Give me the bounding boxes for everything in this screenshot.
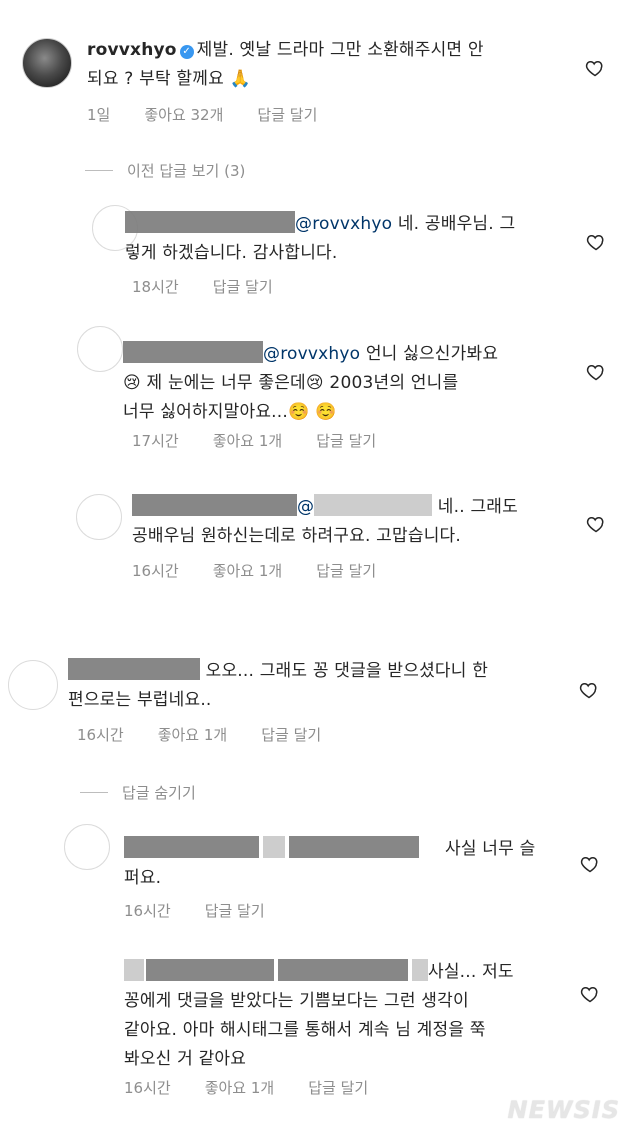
redacted-mention [314,494,433,516]
comment-meta: 16시간 답글 달기 [124,900,299,921]
avatar[interactable] [76,494,122,540]
redacted-username [125,211,295,233]
timestamp: 16시간 [77,726,124,744]
avatar[interactable] [77,326,123,372]
comment-meta: 16시간 좋아요 1개 답글 달기 [132,560,410,581]
likes-count[interactable]: 좋아요 1개 [213,432,283,450]
likes-count[interactable]: 좋아요 1개 [213,562,283,580]
likes-count[interactable]: 좋아요 1개 [205,1079,275,1097]
comment-meta: 1일 좋아요 32개 답글 달기 [87,104,351,125]
comment-meta: 18시간 답글 달기 [132,276,307,297]
redacted-username [124,836,259,858]
timestamp: 17시간 [132,432,179,450]
redacted-username [68,658,200,680]
likes-count[interactable]: 좋아요 1개 [158,726,228,744]
redacted-text [124,959,144,981]
thread-line [85,170,113,171]
heart-icon[interactable] [579,680,599,700]
timestamp: 18시간 [132,278,179,296]
comment-text: rovvxhyo ✓ 제발. 옛날 드라마 그만 소환해주시면 안 되요 ? 부탁 … [87,40,484,89]
mention-link[interactable]: @rovvxhyo [263,344,360,364]
reply-button[interactable]: 답글 달기 [308,1079,368,1097]
comment-meta: 17시간 좋아요 1개 답글 달기 [132,430,410,451]
newsis-watermark: NEWSIS [507,1096,620,1124]
reply-button[interactable]: 답글 달기 [205,902,265,920]
reply-button[interactable]: 답글 달기 [257,106,317,124]
comment-text: 사실 너무 슬 퍼요. [124,835,535,893]
comment-meta: 16시간 좋아요 1개 답글 달기 [77,724,355,745]
timestamp: 1일 [87,106,111,124]
comment-text: @rovvxhyo 네. 공배우님. 그 렇게 하겠습니다. 감사합니다. [125,210,515,268]
heart-icon[interactable] [586,232,606,252]
view-previous-replies-button[interactable]: 이전 답글 보기 (3) [85,160,245,181]
comment-meta: 16시간 좋아요 1개 답글 달기 [124,1077,402,1098]
redacted-username [146,959,274,981]
thread-line [80,792,108,793]
heart-icon[interactable] [580,984,600,1004]
avatar[interactable] [8,660,58,710]
heart-icon[interactable] [586,514,606,534]
avatar[interactable] [22,38,72,88]
heart-icon[interactable] [586,362,606,382]
redacted-text [263,836,285,858]
comment-text: 오오... 그래도 꽁 댓글을 받으셨다니 한 편으로는 부럽네요.. [68,657,488,715]
reply-button[interactable]: 답글 달기 [316,562,376,580]
verified-badge-icon: ✓ [179,45,194,59]
redacted-mention [289,836,419,858]
reply-button[interactable]: 답글 달기 [213,278,273,296]
mention-link[interactable]: @ [297,497,314,517]
comment-text: @ 네.. 그래도 공배우님 원하신는데로 하려구요. 고맙습니다. [132,493,518,551]
mention-link[interactable]: @rovvxhyo [295,214,392,234]
timestamp: 16시간 [124,902,171,920]
heart-icon[interactable] [580,854,600,874]
avatar[interactable] [64,824,110,870]
heart-icon[interactable] [585,58,605,78]
comment-text: 사실... 저도 꽁에게 댓글을 받았다는 기쁨보다는 그런 생각이 같아요. … [124,958,514,1074]
redacted-text [412,959,428,981]
redacted-username [123,341,263,363]
username[interactable]: rovvxhyo [87,40,177,60]
reply-button[interactable]: 답글 달기 [316,432,376,450]
comment-text: @rovvxhyo 언니 싫으신가봐요 😢 제 눈에는 너무 좋은데😢 2003… [123,340,498,427]
hide-replies-button[interactable]: 답글 숨기기 [80,782,196,803]
timestamp: 16시간 [132,562,179,580]
redacted-username [132,494,297,516]
redacted-mention [278,959,408,981]
timestamp: 16시간 [124,1079,171,1097]
likes-count[interactable]: 좋아요 32개 [144,106,223,124]
reply-button[interactable]: 답글 달기 [261,726,321,744]
